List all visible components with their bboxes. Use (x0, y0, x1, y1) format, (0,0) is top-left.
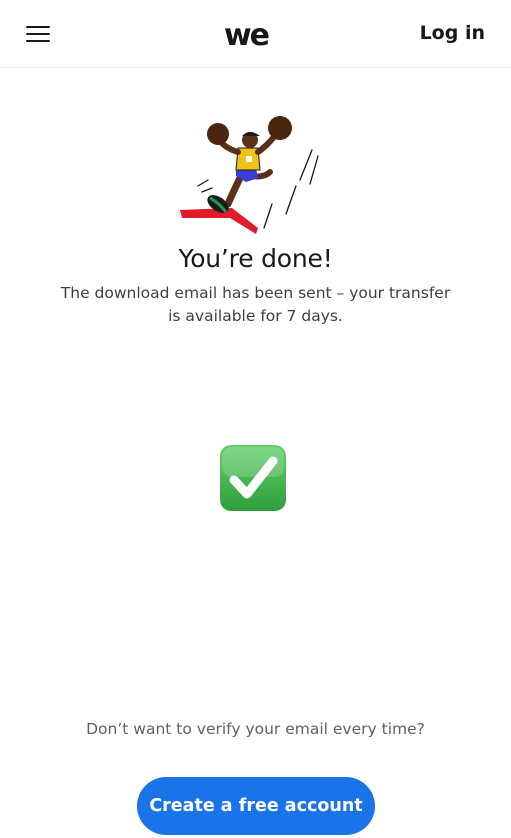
create-account-button-label: Create a free account (149, 796, 363, 816)
login-link[interactable]: Log in (420, 22, 485, 44)
green-check-mark-icon (220, 445, 286, 511)
transfer-complete-screen: we Log in You’re done! The download emai… (0, 0, 511, 838)
wetransfer-logo[interactable]: we (217, 21, 275, 51)
svg-text:we: we (224, 21, 269, 51)
page-title: You’re done! (178, 244, 333, 273)
status-message: The download email has been sent – your … (60, 284, 451, 325)
top-nav-bar: we Log in (0, 0, 511, 68)
create-account-button[interactable]: Create a free account (137, 777, 375, 835)
celebrating-runner-illustration (180, 116, 319, 234)
verify-prompt: Don’t want to verify your email every ti… (86, 720, 425, 738)
hamburger-menu-icon[interactable] (26, 24, 50, 44)
